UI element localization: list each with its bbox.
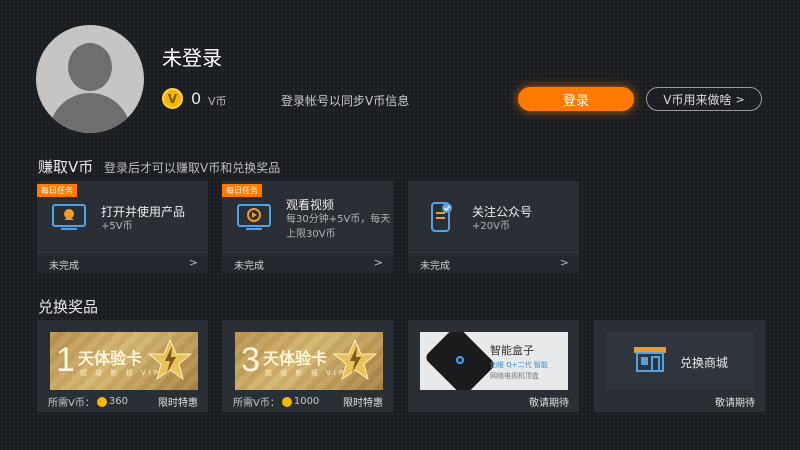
mall-card-image: 兑换商城 <box>606 332 754 390</box>
reward-tag: 敬请期待 <box>715 398 755 409</box>
task-status-bar: 未完成 > <box>222 252 393 273</box>
sync-tip: 登录帐号以同步V币信息 <box>281 94 410 108</box>
chevron-right-icon: > <box>188 256 198 269</box>
task-card-top: 每日任务 打开并使用产品 +5V币 <box>37 181 208 251</box>
task-status: 未完成 <box>49 261 79 272</box>
vcoin-usage-button[interactable]: V币用来做啥 > <box>646 87 762 111</box>
task-desc: +20V币 <box>472 221 510 232</box>
reward-card-3day[interactable]: 3 天体验卡 超 级 影 视 VIP 所需V币： 1000 限时特惠 <box>222 320 393 412</box>
vip-card-days: 1 <box>56 341 75 379</box>
reward-info-bar: 敬请期待 <box>408 390 579 412</box>
app-icon <box>52 204 86 230</box>
star-lightning-icon <box>147 338 193 381</box>
reward-card-smart-box[interactable]: 智能盒子 创维 Q+二代 智能 网络电视机顶盒 敬请期待 <box>408 320 579 412</box>
task-status: 未完成 <box>420 261 450 272</box>
smart-box-image: 智能盒子 创维 Q+二代 智能 网络电视机顶盒 <box>420 332 568 390</box>
task-title: 关注公众号 <box>472 205 533 219</box>
video-icon <box>237 204 271 230</box>
coin-icon <box>96 396 107 407</box>
reward-info-bar: 所需V币： 1000 限时特惠 <box>222 390 393 412</box>
price-value: 1000 <box>293 396 320 407</box>
chevron-right-icon: > <box>735 92 745 106</box>
task-desc: 每30分钟+5V币，每天上限30V币 <box>286 214 391 240</box>
vip-card-title: 天体验卡 <box>78 349 143 368</box>
box-subtitle: 创维 Q+二代 智能 <box>490 361 548 369</box>
reward-tag: 限时特惠 <box>158 398 198 409</box>
user-name: 未登录 <box>162 46 222 70</box>
task-desc: +5V币 <box>101 221 133 232</box>
task-status-bar: 未完成 > <box>37 252 208 273</box>
reward-info-bar: 所需V币： 360 限时特惠 <box>37 390 208 412</box>
daily-task-badge: 每日任务 <box>37 184 77 197</box>
box-subtitle-2: 网络电视机顶盒 <box>490 372 539 380</box>
avatar[interactable] <box>36 25 144 133</box>
task-card-open-app[interactable]: 每日任务 打开并使用产品 +5V币 未完成 > <box>37 181 208 273</box>
earn-section-subtitle: 登录后才可以赚取V币和兑换奖品 <box>104 161 281 175</box>
task-card-watch-video[interactable]: 每日任务 观看视频 每30分钟+5V币，每天上限30V币 未完成 > <box>222 181 393 273</box>
rewards-section-title: 兑换奖品 <box>38 298 99 316</box>
price-label: 所需V币： <box>48 398 95 409</box>
reward-price: 所需V币： 1000 <box>233 394 319 409</box>
task-card-top: 每日任务 观看视频 每30分钟+5V币，每天上限30V币 <box>222 181 393 251</box>
task-card-follow-account[interactable]: 关注公众号 +20V币 未完成 > <box>408 181 579 273</box>
coin-balance: 0 <box>191 89 202 108</box>
mall-title: 兑换商城 <box>680 356 729 370</box>
reward-info-bar: 敬请期待 <box>594 390 765 412</box>
coin-icon <box>281 396 292 407</box>
task-title: 打开并使用产品 <box>101 205 186 219</box>
reward-price: 所需V币： 360 <box>48 394 128 409</box>
reward-tag: 敬请期待 <box>529 398 569 409</box>
chevron-right-icon: > <box>373 256 383 269</box>
vip-card-title: 天体验卡 <box>263 349 328 368</box>
reward-card-1day[interactable]: 1 天体验卡 超 级 影 视 VIP 所需V币： 360 限时特惠 <box>37 320 208 412</box>
vcoin-usage-label: V币用来做啥 <box>663 92 732 107</box>
earn-section-title: 赚取V币 <box>38 158 94 176</box>
task-status: 未完成 <box>234 261 264 272</box>
task-card-top: 关注公众号 +20V币 <box>408 181 579 251</box>
daily-task-badge: 每日任务 <box>222 184 262 197</box>
vip-card-image: 3 天体验卡 超 级 影 视 VIP <box>235 332 383 390</box>
coin-unit: V币 <box>208 95 227 108</box>
avatar-body-shape <box>49 93 131 133</box>
reward-tag: 限时特惠 <box>343 398 383 409</box>
login-button[interactable]: 登录 <box>518 87 634 111</box>
task-title: 观看视频 <box>286 198 335 212</box>
price-value: 360 <box>108 396 128 407</box>
reward-card-mall[interactable]: 兑换商城 敬请期待 <box>594 320 765 412</box>
shop-icon <box>634 347 666 372</box>
avatar-head-shape <box>68 43 112 91</box>
star-lightning-icon <box>332 338 378 381</box>
phone-check-icon <box>431 202 452 232</box>
vip-card-image: 1 天体验卡 超 级 影 视 VIP <box>50 332 198 390</box>
coin-icon: V <box>162 88 183 109</box>
chevron-right-icon: > <box>559 256 569 269</box>
vip-card-days: 3 <box>241 341 260 379</box>
tv-box-light <box>456 356 464 364</box>
task-status-bar: 未完成 > <box>408 252 579 273</box>
price-label: 所需V币： <box>233 398 280 409</box>
box-title: 智能盒子 <box>490 344 534 357</box>
